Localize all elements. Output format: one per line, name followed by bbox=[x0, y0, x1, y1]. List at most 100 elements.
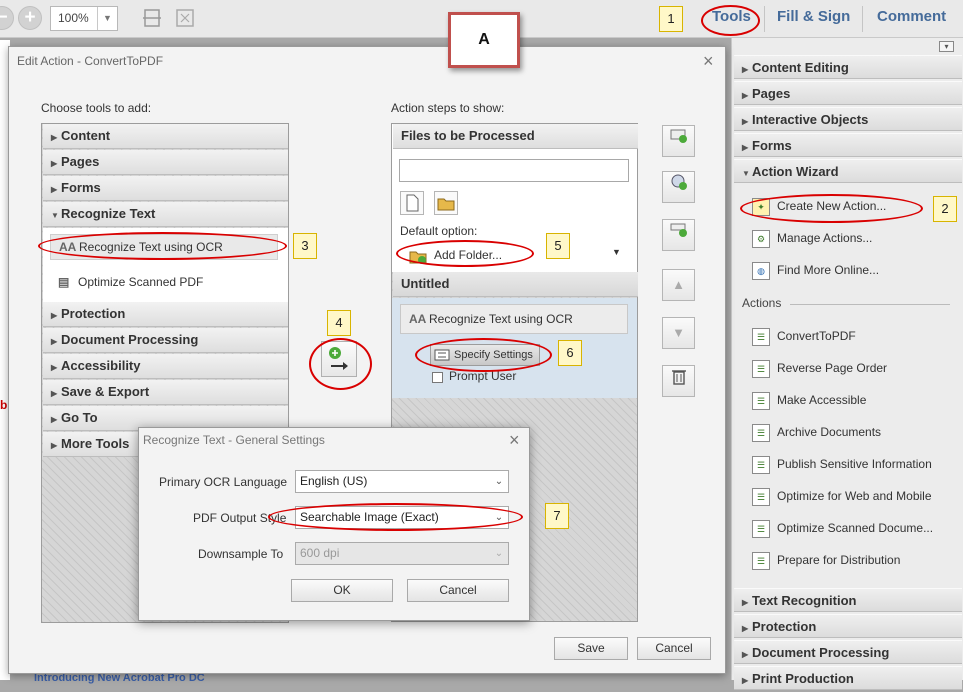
action-item[interactable]: ☰ Publish Sensitive Information bbox=[752, 454, 932, 474]
triangle-down-icon: ▼ bbox=[672, 325, 685, 340]
highlight-ring bbox=[268, 503, 523, 531]
language-value: English (US) bbox=[300, 474, 368, 488]
divider bbox=[790, 304, 950, 305]
group-label: Save & Export bbox=[61, 384, 150, 399]
chevron-down-icon: ⌄ bbox=[494, 476, 504, 487]
section-text-recognition[interactable]: ▶ Text Recognition bbox=[734, 588, 962, 612]
zoom-in-icon[interactable]: + bbox=[18, 6, 42, 30]
tab-comment[interactable]: Comment bbox=[877, 8, 946, 25]
prompt-user-checkbox[interactable] bbox=[432, 372, 443, 383]
chevron-down-icon[interactable]: ▼ bbox=[612, 247, 621, 257]
downsample-value: 600 dpi bbox=[300, 546, 340, 560]
section-document-processing[interactable]: ▶ Document Processing bbox=[734, 640, 962, 664]
section-protection[interactable]: ▶ Protection bbox=[734, 614, 962, 638]
language-select[interactable]: English (US) ⌄ bbox=[295, 470, 509, 493]
save-button[interactable]: Save bbox=[554, 637, 628, 660]
section-content-editing[interactable]: ▶ Content Editing bbox=[734, 55, 962, 79]
step-ocr-item[interactable]: AA Recognize Text using OCR bbox=[400, 304, 628, 334]
ok-button[interactable]: OK bbox=[291, 579, 393, 602]
tool-group-accessibility[interactable]: ▶ Accessibility bbox=[43, 354, 288, 379]
tool-group-recognize-text[interactable]: ▼ Recognize Text bbox=[43, 202, 288, 227]
action-item[interactable]: ☰ Optimize Scanned Docume... bbox=[752, 518, 933, 538]
instruction-icon bbox=[671, 174, 687, 190]
item-label: Archive Documents bbox=[777, 425, 882, 439]
triangle-right-icon: ▶ bbox=[742, 91, 749, 100]
section-pages[interactable]: ▶ Pages bbox=[734, 81, 962, 105]
item-label: Optimize Scanned Docume... bbox=[777, 521, 934, 535]
cancel-button[interactable]: Cancel bbox=[637, 637, 711, 660]
action-item[interactable]: ☰ Optimize for Web and Mobile bbox=[752, 486, 932, 506]
triangle-right-icon: ▶ bbox=[51, 389, 58, 398]
add-folder-icon-button[interactable] bbox=[434, 191, 458, 215]
add-instruction-icon-button[interactable] bbox=[662, 171, 695, 203]
section-interactive-objects[interactable]: ▶ Interactive Objects bbox=[734, 107, 962, 131]
language-label: Primary OCR Language bbox=[159, 475, 288, 489]
callout-a: A bbox=[448, 12, 520, 68]
action-item[interactable]: ☰ Prepare for Distribution bbox=[752, 550, 900, 570]
downsample-select[interactable]: 600 dpi ⌄ bbox=[295, 542, 509, 565]
optimize-scanned-item[interactable]: ▤ Optimize Scanned PDF bbox=[50, 270, 278, 296]
add-panel-icon-button[interactable] bbox=[662, 219, 695, 251]
item-label: ConvertToPDF bbox=[777, 329, 856, 343]
triangle-right-icon: ▶ bbox=[742, 624, 749, 633]
tool-group-document-processing[interactable]: ▶ Document Processing bbox=[43, 328, 288, 353]
zoom-out-icon[interactable]: − bbox=[0, 6, 14, 30]
section-label: Print Production bbox=[752, 671, 854, 686]
section-label: Interactive Objects bbox=[752, 112, 869, 127]
files-input[interactable] bbox=[399, 159, 629, 182]
section-label: Forms bbox=[752, 138, 792, 153]
item-label: Recognize Text using OCR bbox=[429, 312, 573, 326]
highlight-ring bbox=[38, 232, 287, 260]
callout-7: 7 bbox=[545, 503, 569, 529]
section-forms[interactable]: ▶ Forms bbox=[734, 133, 962, 157]
untitled-header: Untitled bbox=[393, 272, 638, 297]
manage-actions[interactable]: ⚙ Manage Actions... bbox=[752, 228, 872, 248]
callout-5: 5 bbox=[546, 233, 570, 259]
tool-group-forms[interactable]: ▶ Forms bbox=[43, 176, 288, 201]
find-more-online[interactable]: ◍ Find More Online... bbox=[752, 260, 879, 280]
action-item[interactable]: ☰ Archive Documents bbox=[752, 422, 881, 442]
action-item[interactable]: ☰ ConvertToPDF bbox=[752, 326, 856, 346]
move-up-button[interactable]: ▲ bbox=[662, 269, 695, 301]
delete-button[interactable] bbox=[662, 365, 695, 397]
callout-4: 4 bbox=[327, 310, 351, 336]
group-label: Go To bbox=[61, 410, 98, 425]
callout-3: 3 bbox=[293, 233, 317, 259]
section-print-production[interactable]: ▶ Print Production bbox=[734, 666, 962, 690]
fit-page-icon[interactable] bbox=[142, 8, 162, 28]
action-icon: ☰ bbox=[752, 359, 770, 378]
triangle-right-icon: ▶ bbox=[742, 598, 749, 607]
add-file-button[interactable] bbox=[400, 191, 424, 215]
action-item[interactable]: ☰ Make Accessible bbox=[752, 390, 866, 410]
add-step-icon-button[interactable] bbox=[662, 125, 695, 157]
triangle-right-icon: ▶ bbox=[51, 159, 58, 168]
group-label: Forms bbox=[61, 180, 101, 195]
tool-group-protection[interactable]: ▶ Protection bbox=[43, 302, 288, 327]
zoom-field[interactable]: 100% ▼ bbox=[50, 6, 118, 31]
chevron-down-icon[interactable]: ▼ bbox=[97, 7, 117, 30]
full-screen-icon[interactable] bbox=[175, 8, 195, 28]
tool-group-content[interactable]: ▶ Content bbox=[43, 124, 288, 149]
default-option-label: Default option: bbox=[400, 224, 478, 238]
pane-options-icon[interactable]: ▾ bbox=[939, 41, 954, 52]
ocr-cancel-button[interactable]: Cancel bbox=[407, 579, 509, 602]
action-icon: ☰ bbox=[752, 391, 770, 410]
section-action-wizard[interactable]: ▼ Action Wizard bbox=[734, 159, 962, 183]
item-label: Find More Online... bbox=[777, 263, 880, 277]
group-label: Recognize Text bbox=[61, 206, 156, 221]
section-label: Protection bbox=[752, 619, 817, 634]
item-label: Make Accessible bbox=[777, 393, 867, 407]
tool-group-save-export[interactable]: ▶ Save & Export bbox=[43, 380, 288, 405]
close-icon[interactable]: × bbox=[703, 52, 714, 70]
tab-fill-sign[interactable]: Fill & Sign bbox=[777, 8, 850, 25]
action-icon: ☰ bbox=[752, 519, 770, 538]
triangle-right-icon: ▶ bbox=[742, 65, 749, 74]
action-icon: ☰ bbox=[752, 455, 770, 474]
folder-icon bbox=[437, 198, 455, 211]
action-item[interactable]: ☰ Reverse Page Order bbox=[752, 358, 887, 378]
move-down-button[interactable]: ▼ bbox=[662, 317, 695, 349]
files-header: Files to be Processed bbox=[393, 124, 638, 149]
highlight-ring bbox=[740, 194, 923, 223]
close-icon[interactable]: × bbox=[509, 431, 520, 449]
tool-group-pages[interactable]: ▶ Pages bbox=[43, 150, 288, 175]
